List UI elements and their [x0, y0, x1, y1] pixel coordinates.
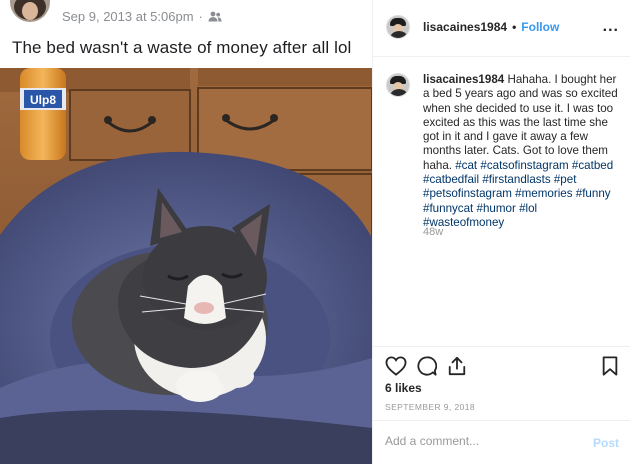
hashtag-link[interactable]: #lol — [519, 202, 537, 215]
post-date: SEPTEMBER 9, 2018 — [385, 402, 475, 412]
hashtag-link[interactable]: #memories — [515, 187, 572, 200]
post-timestamp[interactable]: Sep 9, 2013 at 5:06pm — [62, 9, 194, 24]
user-avatar[interactable] — [386, 15, 410, 39]
header-separator: • — [512, 20, 517, 34]
hashtag-link[interactable]: #catbedfail — [423, 173, 479, 186]
hashtag-link[interactable]: #funny — [576, 187, 611, 200]
hashtag-link[interactable]: #catbed — [572, 159, 613, 172]
caption-time-ago[interactable]: 48w — [423, 226, 443, 238]
hashtag-link[interactable]: #funnycat — [423, 202, 473, 215]
facebook-post-header: Sep 9, 2013 at 5:06pm · The bed wasn't a… — [0, 0, 372, 66]
post-photo[interactable]: Ulp8 — [0, 68, 372, 464]
hashtag-link[interactable]: #cat — [455, 159, 477, 172]
hashtag-link[interactable]: #humor — [477, 202, 516, 215]
username-link[interactable]: lisacaines1984 — [423, 20, 507, 34]
comment-icon[interactable] — [417, 356, 437, 376]
username-row: lisacaines1984 • Follow — [423, 20, 559, 34]
post-meta: Sep 9, 2013 at 5:06pm · — [62, 9, 222, 24]
action-bar — [373, 350, 630, 376]
meta-separator: · — [198, 9, 203, 24]
more-options-button[interactable]: ... — [603, 18, 619, 36]
comments-section: lisacaines1984 Hahaha. I bought her a be… — [373, 57, 630, 347]
cat-in-bed-image: Ulp8 — [0, 68, 372, 464]
hashtag-link[interactable]: #pet — [554, 173, 577, 186]
comment-input[interactable] — [385, 434, 575, 448]
share-icon[interactable] — [447, 356, 467, 376]
post-caption-text: lisacaines1984 Hahaha. I bought her a be… — [423, 73, 621, 230]
instagram-panel: lisacaines1984 • Follow ... lisacaines19… — [372, 0, 630, 464]
bottle-label: Ulp8 — [30, 93, 56, 107]
post-caption: The bed wasn't a waste of money after al… — [12, 38, 352, 57]
add-comment-bar: Post — [373, 420, 630, 464]
friends-icon[interactable] — [208, 11, 222, 22]
profile-avatar[interactable] — [10, 0, 50, 22]
caption-body: Hahaha. I bought her a bed 5 years ago a… — [423, 73, 618, 172]
hashtag-link[interactable]: #firstandlasts — [482, 173, 550, 186]
caption-avatar[interactable] — [386, 73, 410, 97]
caption-username[interactable]: lisacaines1984 — [423, 73, 504, 86]
post-comment-button[interactable]: Post — [593, 436, 619, 450]
follow-button[interactable]: Follow — [521, 20, 559, 34]
post-header: lisacaines1984 • Follow ... — [373, 0, 630, 57]
hashtag-link[interactable]: #catsofinstagram — [480, 159, 568, 172]
likes-count[interactable]: 6 likes — [385, 381, 422, 395]
bookmark-icon[interactable] — [601, 356, 619, 376]
heart-icon[interactable] — [385, 356, 407, 376]
hashtag-link[interactable]: #petsofinstagram — [423, 187, 512, 200]
